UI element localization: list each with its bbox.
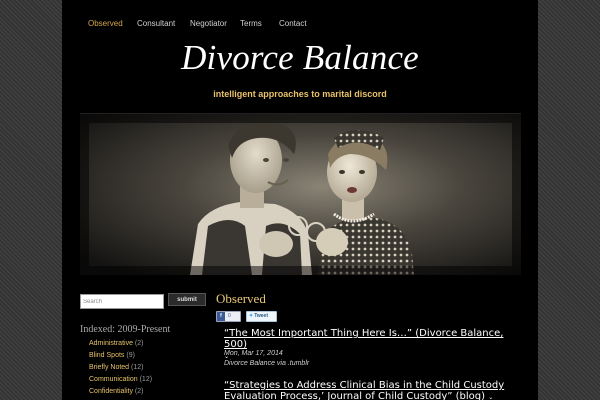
nav-item-negotiator[interactable]: Negotiator — [190, 19, 227, 28]
category-list: Administrative (2) Blind Spots (9) Brief… — [89, 338, 152, 398]
search-input[interactable] — [80, 294, 164, 309]
list-item: Briefly Noted (12) — [89, 362, 152, 374]
sidebar-heading: Indexed: 2009-Present — [80, 324, 171, 335]
post-date: Mon, Mar 17, 2014 — [224, 350, 283, 357]
category-count: (12) — [131, 364, 144, 371]
site-tagline: intelligent approaches to marital discor… — [213, 89, 387, 99]
chevron-down-icon[interactable]: ⌄ — [488, 392, 493, 400]
header-banner-photo — [80, 113, 521, 275]
category-count: (2) — [134, 388, 144, 395]
nav-item-terms[interactable]: Terms — [240, 19, 262, 28]
category-link-confidentiality[interactable]: Confidentiality — [89, 388, 133, 395]
category-link-briefly-noted[interactable]: Briefly Noted — [89, 364, 129, 371]
page-title: Observed — [216, 291, 266, 306]
nav-item-consultant[interactable]: Consultant — [137, 19, 175, 28]
nav-item-contact[interactable]: Contact — [279, 19, 307, 28]
category-link-blind-spots[interactable]: Blind Spots — [89, 352, 124, 359]
page: Observed Consultant Negotiator Terms Con… — [62, 0, 538, 400]
category-count: (9) — [126, 352, 135, 359]
facebook-like-button[interactable]: f0 — [216, 311, 241, 322]
list-item: Confidentiality (2) — [89, 386, 152, 398]
search-submit-button[interactable]: submit — [168, 293, 206, 306]
category-count: (2) — [134, 340, 144, 347]
list-item: Administrative (2) — [89, 338, 152, 350]
post-source: Divorce Balance via .tumblr — [224, 360, 310, 367]
twitter-bird-icon: ✦ — [249, 313, 254, 319]
category-link-communication[interactable]: Communication — [89, 376, 138, 383]
facebook-icon: f — [217, 312, 225, 321]
category-link-administrative[interactable]: Administrative — [89, 340, 133, 347]
vintage-couple-photo — [80, 114, 521, 275]
nav-item-observed[interactable]: Observed — [88, 19, 123, 28]
tweet-button[interactable]: ✦Tweet — [246, 311, 277, 322]
like-count: 0 — [228, 313, 231, 319]
post-title-link[interactable]: “Strategies to Address Clinical Bias in … — [224, 380, 524, 400]
post-title-text: “The Most Important Thing Here Is…” (Div… — [224, 328, 504, 350]
tweet-label: Tweet — [254, 313, 269, 319]
category-count: (12) — [139, 376, 153, 383]
list-item: Blind Spots (9) — [89, 350, 152, 362]
list-item: Communication (12) — [89, 374, 152, 386]
site-title[interactable]: Divorce Balance — [62, 38, 538, 78]
post-title-text: “Strategies to Address Clinical Bias in … — [224, 380, 505, 400]
